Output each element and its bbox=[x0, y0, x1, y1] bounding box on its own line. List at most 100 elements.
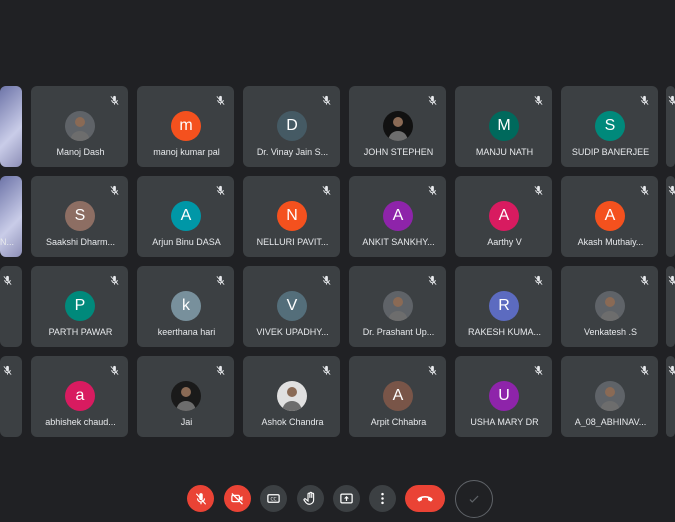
mic-muted-icon bbox=[109, 183, 120, 195]
initial-avatar: k bbox=[171, 291, 201, 321]
participant-name: N... bbox=[0, 237, 15, 247]
mic-muted-icon bbox=[667, 93, 675, 105]
participant-tile[interactable]: S Saakshi Dharm... bbox=[31, 176, 128, 257]
participant-name: Arjun Binu DASA bbox=[152, 237, 221, 247]
camera-toggle-button[interactable] bbox=[224, 485, 251, 512]
mic-muted-icon bbox=[533, 363, 544, 375]
initial-avatar: A bbox=[383, 381, 413, 411]
initial-avatar: P bbox=[65, 291, 95, 321]
participant-name: PARTH PAWAR bbox=[48, 327, 113, 337]
participant-tile[interactable]: D Dr. Vinay Jain S... bbox=[243, 86, 340, 167]
participant-tile[interactable]: a abhishek chaud... bbox=[31, 356, 128, 437]
participant-name: keerthana hari bbox=[157, 327, 216, 337]
photo-avatar bbox=[383, 111, 413, 141]
photo-avatar bbox=[595, 291, 625, 321]
participant-name: Manoj Dash bbox=[56, 147, 105, 157]
participant-tile[interactable]: V VIVEK UPADHY... bbox=[243, 266, 340, 347]
mic-muted-icon bbox=[215, 273, 226, 285]
participant-tile[interactable]: Jai bbox=[137, 356, 234, 437]
camera-off-icon bbox=[231, 493, 243, 505]
meeting-toolbar: CC bbox=[0, 478, 675, 522]
participant-name: SUDIP BANERJEE bbox=[571, 147, 650, 157]
participant-tile[interactable]: S SUDIP BANERJEE bbox=[561, 86, 658, 167]
participant-name: Arpit Chhabra bbox=[370, 417, 427, 427]
raise-hand-button[interactable] bbox=[297, 485, 324, 512]
initial-avatar: M bbox=[489, 111, 519, 141]
mic-muted-icon bbox=[533, 183, 544, 195]
participant-grid: Manoj Dash m manoj kumar pal D Dr. Vinay Jai… bbox=[0, 0, 675, 470]
participant-tile[interactable] bbox=[666, 266, 675, 347]
participant-tile[interactable]: m manoj kumar pal bbox=[137, 86, 234, 167]
participant-tile[interactable]: R RAKESH KUMA... bbox=[455, 266, 552, 347]
more-options-icon bbox=[381, 492, 384, 505]
mic-muted-icon bbox=[639, 183, 650, 195]
participant-tile[interactable]: A Arjun Binu DASA bbox=[137, 176, 234, 257]
participant-tile[interactable]: M MANJU NATH bbox=[455, 86, 552, 167]
participant-tile[interactable]: Ashok Chandra bbox=[243, 356, 340, 437]
participant-name: RAKESH KUMA... bbox=[467, 327, 541, 337]
initial-avatar: V bbox=[277, 291, 307, 321]
svg-text:CC: CC bbox=[270, 496, 276, 502]
participant-tile[interactable]: A ANKIT SANKHY... bbox=[349, 176, 446, 257]
mic-muted-icon bbox=[109, 273, 120, 285]
participant-tile[interactable]: Dr. Prashant Up... bbox=[349, 266, 446, 347]
mic-muted-icon bbox=[639, 273, 650, 285]
checkmark-button[interactable] bbox=[455, 480, 493, 518]
participant-tile[interactable] bbox=[666, 176, 675, 257]
initial-avatar: A bbox=[171, 201, 201, 231]
photo-avatar bbox=[595, 381, 625, 411]
participant-tile[interactable]: P PARTH PAWAR bbox=[31, 266, 128, 347]
checkmark-icon bbox=[469, 495, 479, 503]
participant-tile[interactable]: U USHA MARY DR bbox=[455, 356, 552, 437]
mic-muted-icon bbox=[109, 363, 120, 375]
mic-muted-icon bbox=[2, 363, 13, 375]
microphone-toggle-button[interactable] bbox=[187, 485, 214, 512]
participant-name: NELLURI PAVIT... bbox=[256, 237, 329, 247]
participant-tile[interactable]: A Arpit Chhabra bbox=[349, 356, 446, 437]
mic-off-icon bbox=[195, 492, 206, 505]
participant-tile[interactable]: N... bbox=[0, 176, 22, 257]
participant-tile[interactable]: Venkatesh .S bbox=[561, 266, 658, 347]
mic-muted-icon bbox=[321, 183, 332, 195]
participant-tile[interactable] bbox=[0, 86, 22, 167]
initial-avatar: S bbox=[595, 111, 625, 141]
initial-avatar: D bbox=[277, 111, 307, 141]
participant-tile[interactable]: JOHN STEPHEN bbox=[349, 86, 446, 167]
participant-tile[interactable]: k keerthana hari bbox=[137, 266, 234, 347]
participant-tile[interactable] bbox=[666, 356, 675, 437]
raise-hand-icon bbox=[303, 491, 315, 505]
participant-name: Dr. Vinay Jain S... bbox=[256, 147, 329, 157]
photo-avatar bbox=[277, 381, 307, 411]
more-options-button[interactable] bbox=[369, 485, 396, 512]
participant-name: Akash Muthaiy... bbox=[577, 237, 644, 247]
mic-muted-icon bbox=[667, 183, 675, 195]
video-thumbnail bbox=[0, 86, 22, 167]
participant-name: abhishek chaud... bbox=[45, 417, 116, 427]
initial-avatar: a bbox=[65, 381, 95, 411]
participant-tile[interactable] bbox=[0, 266, 22, 347]
participant-tile[interactable]: N NELLURI PAVIT... bbox=[243, 176, 340, 257]
mic-muted-icon bbox=[321, 93, 332, 105]
initial-avatar: A bbox=[595, 201, 625, 231]
photo-avatar bbox=[65, 111, 95, 141]
mic-muted-icon bbox=[667, 363, 675, 375]
participant-tile[interactable]: A Aarthy V bbox=[455, 176, 552, 257]
photo-avatar bbox=[383, 291, 413, 321]
participant-tile[interactable] bbox=[666, 86, 675, 167]
mic-muted-icon bbox=[639, 363, 650, 375]
participant-name: Venkatesh .S bbox=[583, 327, 638, 337]
captions-icon: CC bbox=[267, 494, 280, 503]
leave-call-button[interactable] bbox=[405, 485, 445, 512]
participant-tile[interactable]: A_08_ABHINAV... bbox=[561, 356, 658, 437]
mic-muted-icon bbox=[215, 363, 226, 375]
captions-button[interactable]: CC bbox=[260, 485, 287, 512]
participant-tile[interactable] bbox=[0, 356, 22, 437]
mic-muted-icon bbox=[427, 93, 438, 105]
initial-avatar: U bbox=[489, 381, 519, 411]
participant-tile[interactable]: A Akash Muthaiy... bbox=[561, 176, 658, 257]
participant-name: Saakshi Dharm... bbox=[45, 237, 116, 247]
present-screen-button[interactable] bbox=[333, 485, 360, 512]
participant-tile[interactable]: Manoj Dash bbox=[31, 86, 128, 167]
mic-muted-icon bbox=[427, 273, 438, 285]
mic-muted-icon bbox=[2, 273, 13, 285]
